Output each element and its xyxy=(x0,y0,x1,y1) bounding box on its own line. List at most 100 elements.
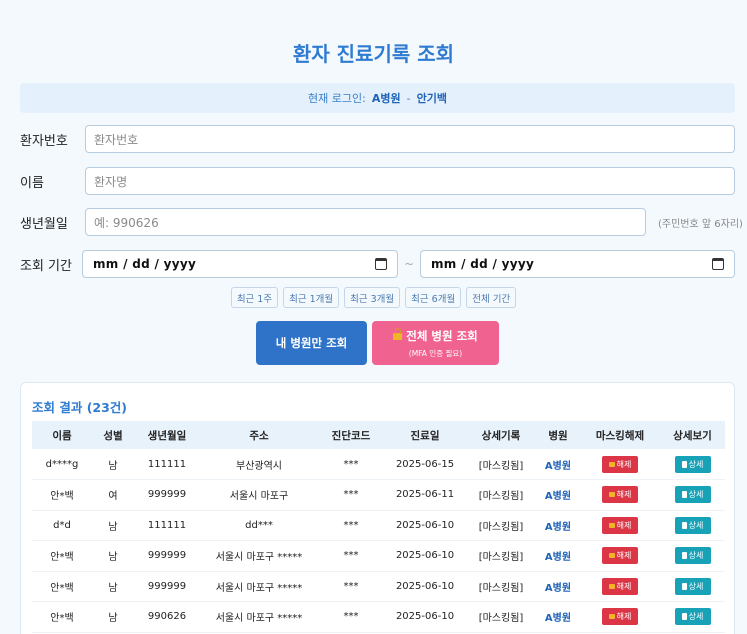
cell-sex: 여 xyxy=(92,479,134,511)
detail-label: 상세 xyxy=(688,551,704,561)
cell-address: 부산광역시 xyxy=(200,449,318,480)
unmask-button[interactable]: 해제 xyxy=(602,516,638,534)
cell-date: 2025-06-10 xyxy=(384,571,466,602)
lock-icon xyxy=(608,492,615,498)
cell-code: *** xyxy=(318,601,384,633)
detail-label: 상세 xyxy=(688,520,704,530)
results-panel: 조회 결과 (23건) 이름 성별 생년월일 주소 진단코드 진료일 상세기록 … xyxy=(20,382,735,634)
column-header: 상세기록 xyxy=(466,421,536,449)
unmask-label: 해제 xyxy=(616,612,632,622)
lock-icon xyxy=(608,553,615,559)
login-status-bar: 현재 로그인: A병원 - 안기백 xyxy=(20,83,735,113)
detail-button[interactable]: 상세 xyxy=(674,486,711,504)
search-all-label-wrap: 전체 병원 조회 xyxy=(393,327,478,344)
detail-button[interactable]: 상세 xyxy=(674,455,711,473)
results-table: 이름 성별 생년월일 주소 진단코드 진료일 상세기록 병원 마스킹해제 상세보… xyxy=(32,421,725,633)
cell-name: d*d xyxy=(32,510,92,541)
start-date-input[interactable]: mm / dd / yyyy xyxy=(82,250,398,278)
detail-label: 상세 xyxy=(688,459,704,469)
cell-name: 안*백 xyxy=(32,479,92,511)
column-header: 병원 xyxy=(536,421,580,449)
column-header: 성별 xyxy=(92,421,134,449)
mfa-note: (MFA 인증 필요) xyxy=(408,348,463,358)
end-date-value: mm / dd / yyyy xyxy=(431,257,535,271)
range-6-months-button[interactable]: 최근 6개월 xyxy=(405,287,462,308)
unmask-button[interactable]: 해제 xyxy=(602,547,638,565)
detail-button[interactable]: 상세 xyxy=(674,608,711,626)
detail-button[interactable]: 상세 xyxy=(674,516,711,534)
cell-record: [마스킹됨] xyxy=(466,510,536,541)
cell-date: 2025-06-10 xyxy=(384,601,466,633)
cell-record: [마스킹됨] xyxy=(466,479,536,511)
calendar-icon[interactable] xyxy=(375,258,387,270)
patient-no-label: 환자번호 xyxy=(20,133,68,149)
range-1-week-button[interactable]: 최근 1주 xyxy=(230,287,279,308)
search-all-hospitals-button[interactable]: 전체 병원 조회 (MFA 인증 필요) xyxy=(372,321,499,365)
unmask-button[interactable]: 해제 xyxy=(602,577,638,595)
search-own-hospital-button[interactable]: 내 병원만 조회 xyxy=(256,321,367,365)
cell-address: 서울시 마포구 ***** xyxy=(200,540,318,572)
cell-hospital: A병원 xyxy=(536,479,580,511)
cell-address: dd*** xyxy=(200,510,318,541)
cell-detail: 상세 xyxy=(660,540,725,572)
cell-address: 서울시 마포구 ***** xyxy=(200,601,318,633)
cell-record: [마스킹됨] xyxy=(466,601,536,633)
cell-unmask: 해제 xyxy=(580,479,660,511)
detail-button[interactable]: 상세 xyxy=(674,577,711,595)
unmask-button[interactable]: 해제 xyxy=(602,455,638,473)
name-input[interactable]: 환자명 xyxy=(85,167,735,195)
clipboard-icon xyxy=(681,521,687,529)
range-1-month-button[interactable]: 최근 1개월 xyxy=(283,287,340,308)
cell-record: [마스킹됨] xyxy=(466,449,536,480)
table-row: d****g 남 111111 부산광역시 *** 2025-06-15 [마스킹됨] A병원… xyxy=(32,449,725,480)
end-date-input[interactable]: mm / dd / yyyy xyxy=(420,250,735,278)
birth-hint: (주민번호 앞 6자리) xyxy=(658,218,743,230)
birth-input[interactable]: 예: 990626 xyxy=(85,208,646,236)
column-header: 이름 xyxy=(32,421,92,449)
cell-address: 서울시 마포구 ***** xyxy=(200,571,318,602)
cell-hospital: A병원 xyxy=(536,510,580,541)
birth-label: 생년월일 xyxy=(20,216,68,232)
cell-birth: 999999 xyxy=(134,571,200,602)
table-row: d*d 남 111111 dd*** *** 2025-06-10 [마스킹됨] A병원 해제 상… xyxy=(32,510,725,541)
login-user: 안기백 xyxy=(416,92,447,105)
patient-no-placeholder: 환자번호 xyxy=(94,132,139,147)
unmask-button[interactable]: 해제 xyxy=(602,486,638,504)
patient-no-input[interactable]: 환자번호 xyxy=(85,125,735,153)
name-label: 이름 xyxy=(20,175,44,191)
cell-unmask: 해제 xyxy=(580,449,660,480)
cell-unmask: 해제 xyxy=(580,571,660,602)
unmask-label: 해제 xyxy=(616,490,632,500)
unmask-label: 해제 xyxy=(616,581,632,591)
cell-code: *** xyxy=(318,510,384,541)
cell-name: 안*백 xyxy=(32,571,92,602)
cell-sex: 남 xyxy=(92,571,134,602)
unmask-label: 해제 xyxy=(616,520,632,530)
cell-birth: 990626 xyxy=(134,601,200,633)
cell-date: 2025-06-11 xyxy=(384,479,466,511)
login-hospital: A병원 xyxy=(371,92,401,105)
results-table-wrap: 이름 성별 생년월일 주소 진단코드 진료일 상세기록 병원 마스킹해제 상세보… xyxy=(32,421,725,633)
cell-date: 2025-06-15 xyxy=(384,449,466,480)
start-date-value: mm / dd / yyyy xyxy=(93,257,197,271)
cell-detail: 상세 xyxy=(660,449,725,480)
detail-button[interactable]: 상세 xyxy=(674,547,711,565)
clipboard-icon xyxy=(681,491,687,499)
search-own-label: 내 병원만 조회 xyxy=(275,336,348,350)
table-row: 안*백 남 999999 서울시 마포구 ***** *** 2025-06-10 [마스킹… xyxy=(32,540,725,572)
cell-sex: 남 xyxy=(92,601,134,633)
period-label: 조회 기간 xyxy=(20,258,72,274)
page-title: 환자 진료기록 조회 xyxy=(292,42,455,66)
birth-placeholder: 예: 990626 xyxy=(94,215,159,230)
clipboard-icon xyxy=(681,552,687,560)
table-row: 안*백 남 990626 서울시 마포구 ***** *** 2025-06-10 [마스킹… xyxy=(32,601,725,633)
detail-label: 상세 xyxy=(688,612,704,622)
cell-birth: 111111 xyxy=(134,449,200,480)
cell-name: d****g xyxy=(32,449,92,480)
range-all-button[interactable]: 전체 기간 xyxy=(466,287,517,308)
calendar-icon[interactable] xyxy=(712,258,724,270)
unmask-button[interactable]: 해제 xyxy=(602,608,638,626)
search-all-label: 전체 병원 조회 xyxy=(406,328,478,343)
period-row: 조회 기간 mm / dd / yyyy ~ mm / dd / yyyy xyxy=(20,250,735,278)
range-3-months-button[interactable]: 최근 3개월 xyxy=(344,287,401,308)
